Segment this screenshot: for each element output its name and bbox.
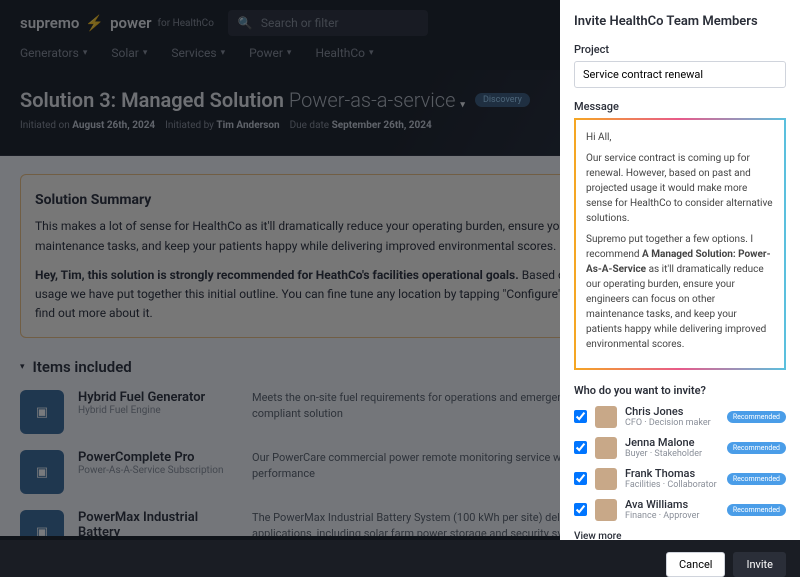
recommended-pill: Recommended [727, 411, 786, 423]
invite-panel: Invite HealthCo Team Members Project Mes… [560, 0, 800, 540]
person-role: Buyer · Stakeholder [625, 449, 719, 459]
person-checkbox[interactable] [574, 441, 587, 454]
recommended-pill: Recommended [727, 504, 786, 516]
person-name: Jenna Malone [625, 436, 719, 449]
recommended-pill: Recommended [727, 473, 786, 485]
invite-button[interactable]: Invite [733, 552, 786, 577]
person-checkbox[interactable] [574, 410, 587, 423]
panel-actions: Cancel Invite [574, 542, 786, 577]
recommended-pill: Recommended [727, 442, 786, 454]
person-role: CFO · Decision maker [625, 418, 719, 428]
cancel-button[interactable]: Cancel [666, 552, 725, 577]
message-label: Message [574, 100, 786, 113]
person-checkbox[interactable] [574, 503, 587, 516]
person-name: Frank Thomas [625, 467, 719, 480]
project-input[interactable] [574, 61, 786, 88]
project-label: Project [574, 43, 786, 56]
message-box[interactable]: Hi All, Our service contract is coming u… [574, 118, 786, 370]
avatar [595, 406, 617, 428]
person-name: Chris Jones [625, 405, 719, 418]
avatar [595, 468, 617, 490]
view-more-link[interactable]: View more [574, 531, 786, 542]
person-role: Facilities · Collaborator [625, 480, 719, 490]
person-checkbox[interactable] [574, 472, 587, 485]
invite-question: Who do you want to invite? [574, 384, 786, 397]
panel-title: Invite HealthCo Team Members [574, 14, 786, 29]
invite-person-row: Frank ThomasFacilities · Collaborator Rec… [574, 467, 786, 490]
avatar [595, 437, 617, 459]
avatar [595, 499, 617, 521]
invite-person-row: Ava WilliamsFinance · Approver Recommende… [574, 498, 786, 521]
invite-person-row: Jenna MaloneBuyer · Stakeholder Recommend… [574, 436, 786, 459]
person-role: Finance · Approver [625, 511, 719, 521]
invite-person-row: Chris JonesCFO · Decision maker Recommend… [574, 405, 786, 428]
person-name: Ava Williams [625, 498, 719, 511]
